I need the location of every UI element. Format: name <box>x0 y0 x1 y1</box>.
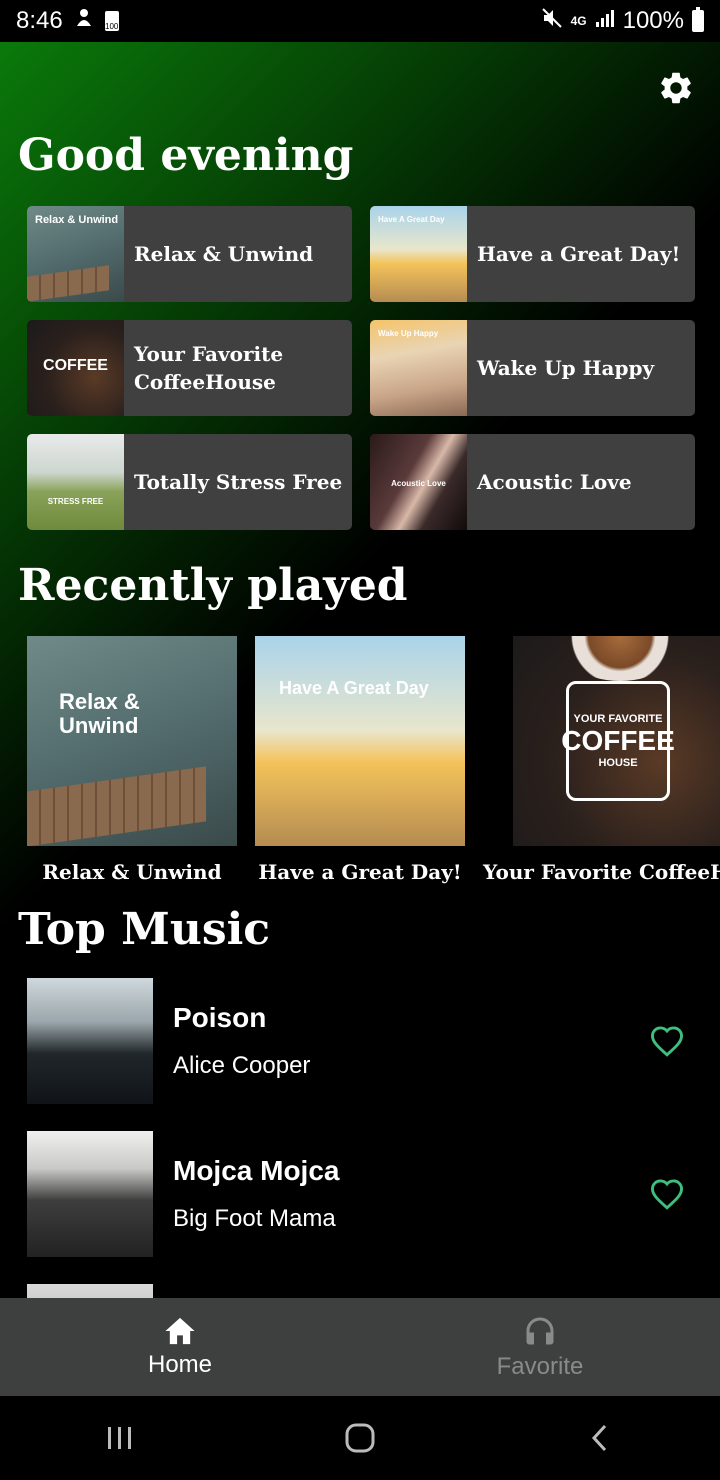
shortcut-art: STRESS FREE <box>27 434 124 530</box>
recent-art-caption: Relax & Unwind <box>59 690 140 738</box>
art-caption: COFFEE <box>43 357 108 374</box>
track-title: Poison <box>173 1002 267 1033</box>
shortcut-label: Wake Up Happy <box>477 356 655 380</box>
favorite-button[interactable] <box>645 1172 689 1216</box>
sd-card-icon: 100 <box>104 11 119 31</box>
sd-card-label: 100 <box>105 22 119 31</box>
recent-item-relax-unwind[interactable]: Relax & Unwind Relax & Unwind <box>27 636 237 884</box>
mute-icon <box>541 7 563 36</box>
recent-item-have-a-great-day[interactable]: Have A Great Day Have a Great Day! <box>255 636 465 884</box>
track-row[interactable] <box>27 1284 693 1298</box>
shortcut-art: Have A Great Day <box>370 206 467 302</box>
shortcut-have-a-great-day[interactable]: Have A Great Day Have a Great Day! <box>370 206 695 302</box>
recent-label: Your Favorite CoffeeH <box>483 860 720 884</box>
coffee-badge: YOUR FAVORITE COFFEE HOUSE <box>561 681 675 801</box>
track-art <box>27 1131 153 1257</box>
heart-icon <box>650 1179 684 1210</box>
recent-apps-button[interactable] <box>80 1408 160 1468</box>
favorite-button[interactable] <box>645 1019 689 1063</box>
recent-art-caption-line: Relax & <box>59 689 140 714</box>
top-music-title: Top Music <box>18 904 271 955</box>
shortcut-label: Your Favorite CoffeeHouse <box>134 342 284 394</box>
notification-icon <box>75 7 93 35</box>
heart-icon <box>650 1026 684 1057</box>
recent-art: Relax & Unwind <box>27 636 237 846</box>
signal-icon <box>595 7 615 35</box>
home-icon <box>165 1317 195 1345</box>
shortcut-relax-unwind[interactable]: Relax & Unwind Relax & Unwind <box>27 206 352 302</box>
recently-played-title: Recently played <box>18 560 408 611</box>
headphones-icon <box>526 1317 554 1345</box>
shortcut-coffeehouse[interactable]: COFFEE Your Favorite CoffeeHouse <box>27 320 352 416</box>
shortcut-acoustic-love[interactable]: Acoustic Love Acoustic Love <box>370 434 695 530</box>
shortcut-wake-up-happy[interactable]: Wake Up Happy Wake Up Happy <box>370 320 695 416</box>
battery-percent: 100% <box>622 7 684 34</box>
settings-button[interactable] <box>656 68 696 108</box>
recent-item-coffeehouse[interactable]: YOUR FAVORITE COFFEE HOUSE Your Favorite… <box>483 636 720 884</box>
home-screen: Good evening Relax & Unwind Relax & Unwi… <box>0 42 720 1298</box>
track-art <box>27 978 153 1104</box>
back-button[interactable] <box>560 1408 640 1468</box>
bottom-navigation: Home Favorite <box>0 1298 720 1396</box>
back-chevron-icon <box>591 1424 607 1452</box>
status-time: 8:46 <box>16 7 63 34</box>
shortcut-art: Relax & Unwind <box>27 206 124 302</box>
shortcut-art: COFFEE <box>27 320 124 416</box>
track-title: Mojca Mojca <box>173 1155 340 1186</box>
shortcut-label: Relax & Unwind <box>134 242 314 266</box>
nav-favorite[interactable]: Favorite <box>360 1298 720 1396</box>
home-system-button[interactable] <box>320 1408 400 1468</box>
shortcut-label: Totally Stress Free <box>134 470 343 494</box>
shortcut-art: Acoustic Love <box>370 434 467 530</box>
recent-art: Have A Great Day <box>255 636 465 846</box>
badge-line: YOUR FAVORITE <box>573 713 663 725</box>
nav-favorite-label: Favorite <box>496 1353 584 1380</box>
shortcut-grid: Relax & Unwind Relax & Unwind Have A Gre… <box>27 206 695 530</box>
recent-art: YOUR FAVORITE COFFEE HOUSE <box>513 636 720 846</box>
track-artist: Alice Cooper <box>173 1052 311 1079</box>
recent-apps-icon <box>108 1427 131 1449</box>
system-navigation-bar <box>0 1396 720 1480</box>
shortcut-label: Have a Great Day! <box>477 242 681 266</box>
network-type: 4G <box>570 14 587 28</box>
status-bar: 8:46 100 4G 100% <box>0 0 720 42</box>
track-artist: Big Foot Mama <box>173 1205 336 1232</box>
gear-icon <box>661 72 691 104</box>
art-caption: Wake Up Happy <box>378 329 439 338</box>
coffee-cup-image <box>555 636 685 681</box>
battery-icon <box>692 7 704 32</box>
shortcut-totally-stress-free[interactable]: STRESS FREE Totally Stress Free <box>27 434 352 530</box>
home-circle-icon <box>345 1423 375 1453</box>
shortcut-label: Acoustic Love <box>477 470 632 494</box>
badge-line: COFFEE <box>561 725 675 756</box>
nav-home-label: Home <box>147 1351 213 1378</box>
shortcut-art: Wake Up Happy <box>370 320 467 416</box>
art-caption: Have A Great Day <box>378 215 445 224</box>
nav-home[interactable]: Home <box>0 1298 360 1396</box>
art-caption: STRESS FREE <box>47 497 104 506</box>
art-caption: Acoustic Love <box>391 479 446 488</box>
recent-art-caption-line: Unwind <box>59 713 139 738</box>
recent-label: Relax & Unwind <box>42 860 222 884</box>
track-row[interactable]: Poison Alice Cooper <box>27 978 693 1104</box>
track-row[interactable]: Mojca Mojca Big Foot Mama <box>27 1131 693 1257</box>
badge-line: HOUSE <box>598 757 638 769</box>
recent-label: Have a Great Day! <box>258 860 462 884</box>
greeting-title: Good evening <box>18 130 354 181</box>
art-caption: Relax & Unwind <box>35 214 119 226</box>
recent-art-caption: Have A Great Day <box>279 678 429 698</box>
track-art <box>27 1284 153 1298</box>
recently-played-carousel[interactable]: Relax & Unwind Relax & Unwind Have A Gre… <box>27 636 720 896</box>
